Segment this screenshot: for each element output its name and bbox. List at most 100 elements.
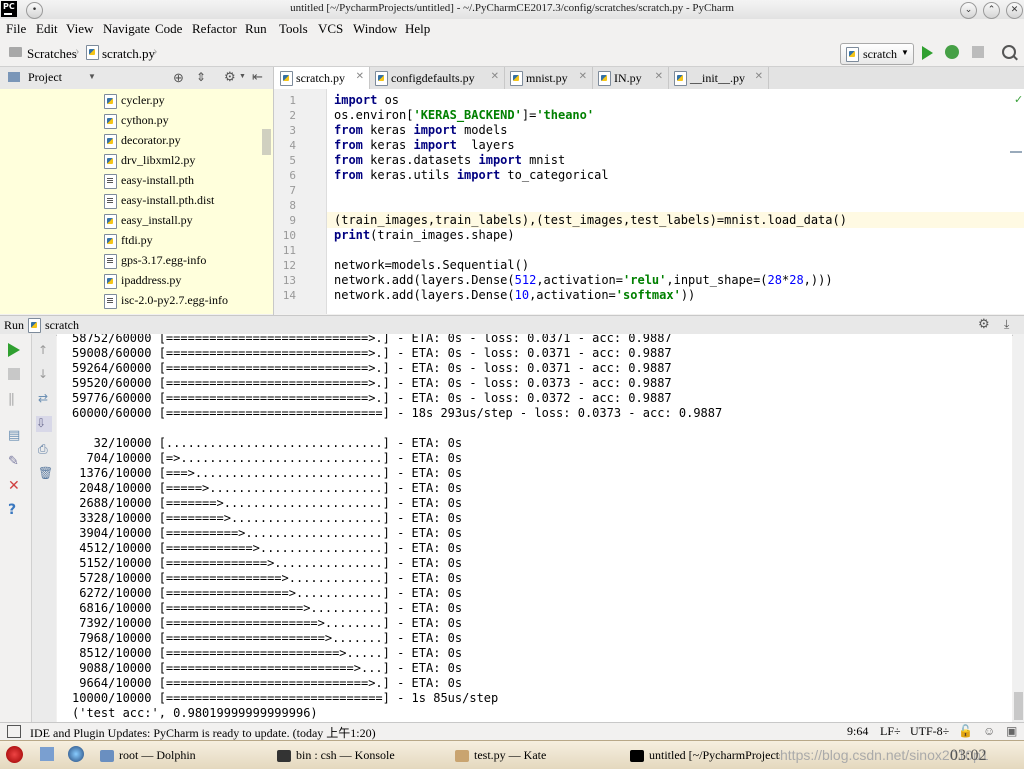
tool-windows-icon[interactable] — [7, 725, 21, 738]
tab-init-py[interactable]: __init__.py ✕ — [668, 67, 769, 89]
line-number: 5 — [289, 154, 296, 167]
chevron-down-icon[interactable]: ▼ — [239, 72, 246, 80]
python-file-icon — [86, 45, 99, 60]
menu-window[interactable]: Window — [353, 21, 397, 37]
close-button[interactable]: ✕ — [1006, 2, 1023, 19]
tree-item[interactable]: gps-3.17.egg-info — [104, 253, 206, 269]
menu-vcs[interactable]: VCS — [318, 21, 343, 37]
layout-icon[interactable]: ▤ — [8, 428, 22, 443]
scrollbar-thumb[interactable] — [262, 129, 271, 155]
search-icon[interactable] — [1002, 45, 1016, 59]
menu-tools[interactable]: Tools — [279, 21, 308, 37]
tree-item[interactable]: cython.py — [104, 113, 169, 129]
run-toolbar: ∥ ▤ ✎ ✕ ? ↑ ↓ ⇄ ⇩ ⎙ 🗑 — [0, 334, 56, 722]
print-icon[interactable]: ⎙ — [38, 442, 52, 456]
help-icon[interactable]: ? — [8, 502, 22, 518]
rerun-icon[interactable] — [8, 343, 20, 357]
pause-icon[interactable]: ∥ — [8, 392, 22, 407]
tree-item[interactable]: cycler.py — [104, 93, 165, 109]
console-line: 60000/60000 [===========================… — [72, 406, 723, 420]
python-file-icon — [510, 71, 523, 86]
maximize-button[interactable]: ⌃ — [983, 2, 1000, 19]
inspector-icon[interactable]: ☺ — [983, 724, 995, 739]
collapse-all-icon[interactable]: ⇕ — [196, 70, 206, 85]
close-icon[interactable]: ✕ — [579, 71, 587, 82]
task-label: bin : csh — Konsole — [296, 748, 395, 762]
task-konsole[interactable]: bin : csh — Konsole — [277, 748, 395, 763]
task-dolphin[interactable]: root — Dolphin — [100, 748, 196, 763]
run-config-tab[interactable]: scratch — [45, 318, 79, 333]
hide-panel-icon[interactable]: ⤓ — [1004, 317, 1009, 332]
tree-item[interactable]: decorator.py — [104, 133, 181, 149]
tree-item[interactable]: easy-install.pth.dist — [104, 193, 214, 209]
status-message[interactable]: IDE and Plugin Updates: PyCharm is ready… — [30, 724, 376, 741]
stop-icon[interactable] — [8, 368, 20, 380]
code-editor[interactable]: 1 2 3 4 5 6 7 8 9 10 11 12 13 14 ✓ import os os.enviro… — [274, 89, 1024, 314]
code-line: network=models.Sequential() — [334, 258, 530, 272]
project-panel-title[interactable]: Project — [28, 70, 62, 85]
console-line: 3328/10000 [========>...................… — [72, 511, 463, 525]
chevron-down-icon[interactable]: ▼ — [88, 72, 96, 81]
console-scrollbar[interactable] — [1013, 334, 1024, 722]
menu-edit[interactable]: Edit — [36, 21, 58, 37]
console-line: 9664/10000 [============================… — [72, 676, 463, 690]
show-desktop-icon[interactable] — [40, 747, 54, 761]
python-file-icon — [104, 113, 117, 129]
menu-navigate[interactable]: Navigate — [103, 21, 150, 37]
tab-in-py[interactable]: IN.py ✕ — [592, 67, 669, 89]
close-icon[interactable]: ✕ — [655, 71, 663, 82]
tree-item[interactable]: ipaddress.py — [104, 273, 181, 289]
run-console[interactable]: 58752/60000 [===========================… — [57, 334, 1012, 722]
browser-icon[interactable] — [68, 746, 84, 762]
caret-position[interactable]: 9:64 — [847, 724, 868, 739]
pin-icon[interactable]: ✎ — [8, 454, 22, 469]
gear-icon[interactable]: ⚙ — [224, 69, 236, 85]
tab-mnist-py[interactable]: mnist.py ✕ — [504, 67, 593, 89]
gear-icon[interactable]: ⚙ — [978, 316, 990, 332]
menu-file[interactable]: File — [6, 21, 26, 37]
tab-configdefaults-py[interactable]: configdefaults.py ✕ — [369, 67, 505, 89]
tree-item[interactable]: easy-install.pth — [104, 173, 194, 189]
stop-icon[interactable] — [972, 46, 984, 58]
console-line: 59776/60000 [===========================… — [72, 391, 672, 405]
close-icon[interactable]: ✕ — [491, 71, 499, 82]
menu-code[interactable]: Code — [155, 21, 182, 37]
tree-item[interactable]: drv_libxml2.py — [104, 153, 195, 169]
close-icon[interactable]: ✕ — [8, 478, 22, 494]
task-kate[interactable]: test.py — Kate — [455, 748, 546, 763]
soft-wrap-icon[interactable]: ⇄ — [38, 391, 52, 405]
task-pycharm[interactable]: untitled [~/PycharmProjects... — [630, 748, 780, 763]
trash-icon[interactable]: 🗑 — [38, 466, 53, 480]
task-label: untitled [~/PycharmProjects... — [649, 748, 780, 762]
line-number-gutter: 1 2 3 4 5 6 7 8 9 10 11 12 13 14 — [274, 89, 327, 314]
run-panel-title[interactable]: Run — [4, 318, 24, 333]
close-icon[interactable]: ✕ — [755, 71, 763, 82]
tab-scratch-py[interactable]: scratch.py ✕ — [274, 67, 370, 91]
breadcrumb-scratch-py[interactable]: scratch.py — [102, 46, 155, 62]
line-separator[interactable]: LF÷ — [880, 724, 901, 739]
hide-panel-icon[interactable]: ⇤ — [252, 69, 263, 85]
menu-refactor[interactable]: Refactor — [192, 21, 237, 37]
run-icon[interactable] — [922, 46, 933, 60]
file-encoding[interactable]: UTF-8÷ — [910, 724, 949, 739]
debug-icon[interactable] — [945, 45, 959, 59]
breadcrumb-scratches[interactable]: Scratches — [27, 46, 77, 62]
start-menu-icon[interactable] — [6, 746, 23, 763]
tree-item[interactable]: isc-2.0-py2.7.egg-info — [104, 293, 228, 309]
minimize-button[interactable]: ⌄ — [960, 2, 977, 19]
tree-item[interactable]: ftdi.py — [104, 233, 153, 249]
arrow-down-icon[interactable]: ↓ — [38, 367, 52, 381]
locate-file-icon[interactable]: ⊕ — [173, 70, 184, 86]
run-config-dropdown[interactable]: scratch ▼ — [840, 43, 914, 65]
scrollbar-thumb[interactable] — [1014, 692, 1023, 720]
scroll-to-end-icon[interactable]: ⇩ — [36, 416, 52, 432]
close-icon[interactable]: ✕ — [356, 71, 364, 82]
arrow-up-icon[interactable]: ↑ — [38, 343, 52, 357]
menu-help[interactable]: Help — [405, 21, 430, 37]
event-log-icon[interactable]: ▣ — [1006, 724, 1017, 739]
menu-run[interactable]: Run — [245, 21, 267, 37]
lock-icon[interactable]: 🔓 — [958, 724, 973, 739]
menu-view[interactable]: View — [66, 21, 93, 37]
tree-item[interactable]: easy_install.py — [104, 213, 193, 229]
clock[interactable]: 03:02 — [950, 747, 986, 765]
